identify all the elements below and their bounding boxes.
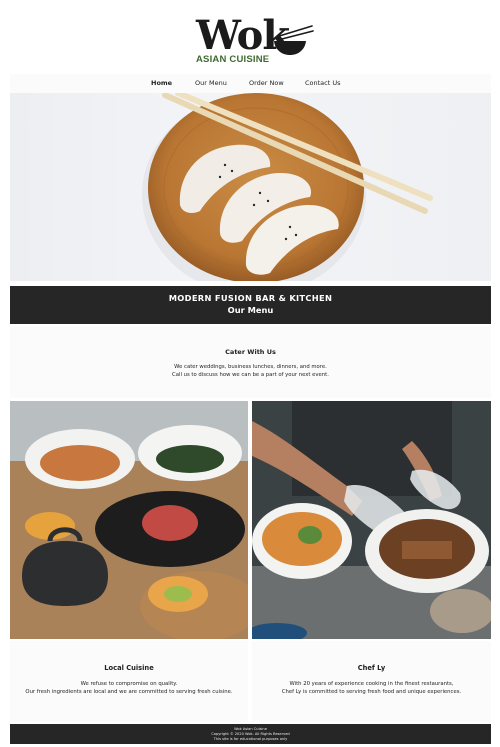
nav-order-now[interactable]: Order Now — [249, 79, 284, 87]
cater-text-line2: Call us to discuss how we can be a part … — [172, 372, 329, 378]
chef-line2: Chef Ly is committed to serving fresh fo… — [281, 689, 462, 695]
chef-section: Chef Ly With 20 years of experience cook… — [252, 641, 491, 722]
cater-section: Cater With Us We cater weddings, busines… — [10, 326, 491, 398]
local-cuisine-section: Local Cuisine We refuse to compromise on… — [10, 641, 248, 722]
food-bowls-photo — [10, 401, 248, 639]
footer-disclaimer: This site is for educational purposes on… — [213, 737, 288, 741]
chef-ramen-photo — [252, 401, 491, 639]
local-cuisine-line2: Our fresh ingredients are local and we a… — [25, 689, 233, 695]
chef-line1: With 20 years of experience cooking in t… — [289, 681, 454, 687]
hero-image — [10, 93, 491, 281]
cater-title: Cater With Us — [225, 348, 276, 356]
nav-contact-us[interactable]: Contact Us — [305, 79, 341, 87]
chef-title: Chef Ly — [357, 664, 386, 672]
site-footer: Wok Asian Cuisine Copyright © 2020 Wok. … — [10, 724, 491, 744]
local-cuisine-title: Local Cuisine — [104, 664, 154, 672]
hero-banner: MODERN FUSION BAR & KITCHEN Our Menu — [10, 286, 491, 324]
banner-menu-link[interactable]: Our Menu — [10, 305, 491, 315]
banner-title: MODERN FUSION BAR & KITCHEN — [168, 293, 333, 303]
chef-ramen-illustration — [252, 401, 491, 639]
footer-copyright: Copyright © 2020 Wok. All Rights Reserve… — [211, 732, 290, 736]
nav-our-menu[interactable]: Our Menu — [195, 79, 227, 87]
footer-line1: Wok Asian Cuisine — [234, 727, 267, 731]
cater-text-line1: We cater weddings, business lunches, din… — [174, 364, 327, 370]
brand-tagline: ASIAN CUISINE — [196, 54, 270, 65]
dumplings-illustration — [142, 93, 433, 281]
food-bowls-illustration — [10, 401, 248, 639]
bowl-chopsticks-icon — [274, 25, 314, 55]
nav-home[interactable]: Home — [151, 79, 172, 87]
site-header: Wok ASIAN CUISINE — [0, 0, 500, 74]
local-cuisine-line1: We refuse to compromise on quality. — [80, 681, 178, 687]
main-nav: Home Our Menu Order Now Contact Us — [10, 74, 491, 93]
